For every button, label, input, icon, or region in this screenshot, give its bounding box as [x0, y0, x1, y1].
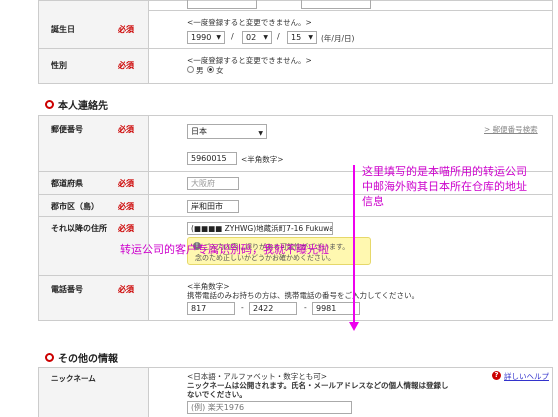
phone-part-1[interactable]: 817	[187, 302, 235, 315]
annotation-arrow-head	[349, 322, 359, 331]
help-link[interactable]: 詳しいヘルプ	[504, 371, 549, 382]
phone-part-2[interactable]: 2422	[249, 302, 297, 315]
prefecture-label-cell: 都道府県 必須	[39, 172, 149, 194]
address-input[interactable]: (■■■■ ZYHWG)地蔵浜町7-16 Fukuwara	[187, 222, 333, 235]
gender-label-cell: 性別 必須	[39, 49, 149, 83]
birth-year-select[interactable]: 1990 ▼	[187, 31, 225, 44]
gender-value-cell: <一度登録すると変更できません。> 男 女	[149, 49, 552, 83]
phone-row: 電話番号 必須 <半角数字> 携帯電話のみお持ちの方は、携帯電話の番号をご入力し…	[39, 276, 552, 320]
prefecture-label: 都道府県	[51, 179, 83, 188]
nickname-value-cell: <日本語・アルファベット・数字とも可> ニックネームは公開されます。氏名・メール…	[149, 368, 552, 417]
contact-section-title: 本人連絡先	[45, 97, 108, 112]
annotation-customer-id: 转运公司的客户专属识别码，我就不曝光啦	[120, 243, 329, 256]
country-select[interactable]: 日本 ▼	[187, 124, 267, 139]
chevron-down-icon: ▼	[258, 130, 263, 137]
postal-search-link[interactable]: > 郵便番号検索	[484, 124, 538, 135]
nickname-label-cell: ニックネーム	[39, 368, 149, 417]
prefecture-input[interactable]: 大阪府	[187, 177, 239, 190]
postal-hint: <半角数字>	[241, 155, 284, 164]
city-input[interactable]: 岸和田市	[187, 200, 239, 213]
gender-row: 性別 必須 <一度登録すると変更できません。> 男 女	[39, 49, 552, 83]
birthday-row: 誕生日 必須 <一度登録すると変更できません。> 1990 ▼ / 02 ▼ / 1…	[39, 11, 552, 49]
chevron-down-icon: ▼	[263, 34, 268, 41]
nickname-note-2: ないでください。	[187, 390, 247, 399]
address-label: それ以降の住所	[51, 224, 107, 233]
city-label: 郡市区（島）	[51, 202, 99, 211]
chevron-down-icon: ▼	[308, 34, 313, 41]
annotation-warehouse-note: 这里填写的是本喵所用的转运公司 中邮海外购其日本所在仓库的地址 信息	[362, 165, 527, 208]
radio-female-label: 女	[216, 66, 224, 75]
gender-label: 性別	[51, 61, 67, 70]
required-mark: 必須	[118, 61, 134, 70]
phone-value-cell: <半角数字> 携帯電話のみお持ちの方は、携帯電話の番号をご入力してください。 8…	[187, 282, 420, 315]
required-mark: 必須	[118, 224, 134, 233]
postal-value-cell: 日本 ▼ > 郵便番号検索 5960015 <半角数字>	[149, 116, 552, 171]
contact-form: 郵便番号 必須 日本 ▼ > 郵便番号検索 5960015 <半角数字> 都道府県…	[38, 115, 553, 321]
other-section-title: その他の情報	[45, 350, 118, 365]
gender-note: <一度登録すると変更できません。>	[187, 56, 312, 65]
required-mark: 必須	[118, 125, 134, 134]
other-info-form: ニックネーム <日本語・アルファベット・数字とも可> ニックネームは公開されます…	[38, 367, 553, 417]
required-mark: 必須	[118, 285, 134, 294]
phone-label: 電話番号	[51, 285, 83, 294]
annotation-arrow-line	[353, 165, 355, 325]
nickname-label: ニックネーム	[51, 374, 96, 383]
required-mark: 必須	[118, 25, 134, 34]
postal-label-cell: 郵便番号 必須	[39, 116, 149, 171]
radio-female[interactable]	[207, 66, 214, 73]
birth-month-select[interactable]: 02 ▼	[242, 31, 272, 44]
postal-code-input[interactable]: 5960015	[187, 152, 237, 165]
postal-label: 郵便番号	[51, 125, 83, 134]
birth-day-select[interactable]: 15 ▼	[287, 31, 317, 44]
required-mark: 必須	[118, 179, 134, 188]
phone-label-cell: 電話番号 必須	[39, 276, 149, 320]
city-label-cell: 郡市区（島） 必須	[39, 195, 149, 216]
help-icon[interactable]: ?	[492, 371, 501, 380]
nickname-row: ニックネーム <日本語・アルファベット・数字とも可> ニックネームは公開されます…	[39, 368, 552, 417]
nickname-input[interactable]	[187, 401, 352, 414]
section-bullet-icon	[45, 100, 54, 109]
phone-note: 携帯電話のみお持ちの方は、携帯電話の番号をご入力してください。	[187, 291, 420, 300]
birthday-note: <一度登録すると変更できません。>	[187, 18, 312, 27]
section-bullet-icon	[45, 353, 54, 362]
top-fragment-row	[39, 0, 552, 11]
chevron-down-icon: ▼	[216, 34, 221, 41]
radio-male-label: 男	[196, 66, 204, 75]
birthday-label-cell: 誕生日 必須	[39, 11, 149, 48]
radio-male[interactable]	[187, 66, 194, 73]
date-format: (年/月/日)	[321, 34, 355, 43]
required-mark: 必須	[118, 202, 134, 211]
birthday-label: 誕生日	[51, 25, 75, 34]
personal-info-form: 誕生日 必須 <一度登録すると変更できません。> 1990 ▼ / 02 ▼ / 1…	[38, 0, 553, 84]
birthday-value-cell: <一度登録すると変更できません。> 1990 ▼ / 02 ▼ / 15 ▼ (年/月…	[187, 18, 355, 44]
